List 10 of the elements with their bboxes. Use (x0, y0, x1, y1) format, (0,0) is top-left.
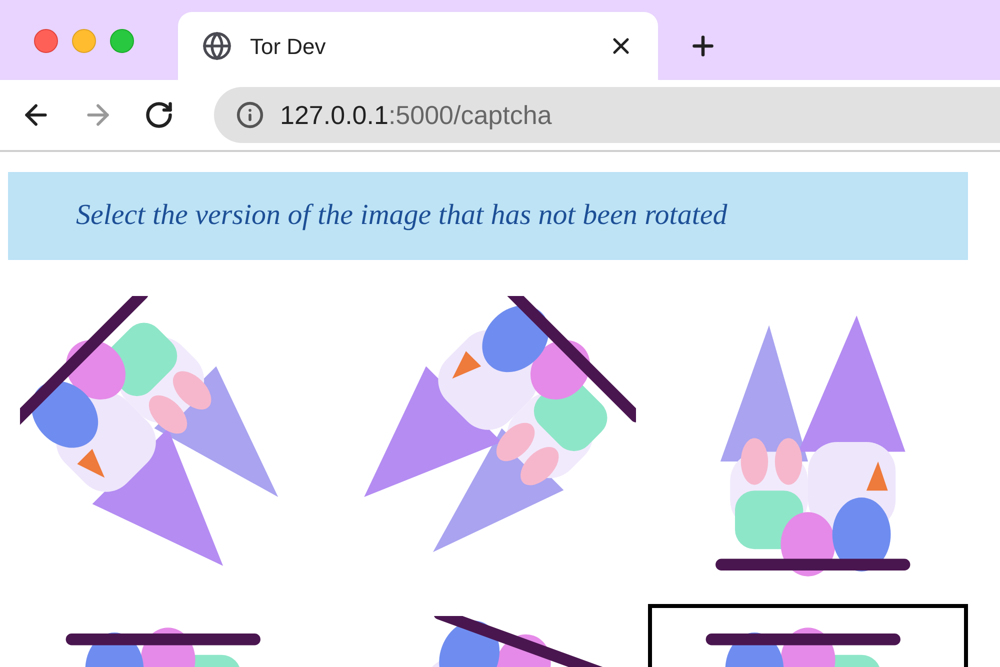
url-path: :5000/captcha (388, 100, 552, 130)
tab-title: Tor Dev (250, 32, 327, 60)
globe-icon (202, 31, 232, 61)
browser-tab[interactable]: Tor Dev (178, 12, 658, 80)
info-icon (236, 101, 264, 129)
close-window-button[interactable] (34, 29, 58, 53)
url-host: 127.0.0.1 (280, 100, 388, 130)
instruction-text: Select the version of the image that has not been rotated (76, 198, 728, 234)
reload-icon[interactable] (144, 100, 174, 130)
address-field[interactable]: 127.0.0.1:5000/captcha (214, 87, 1000, 143)
